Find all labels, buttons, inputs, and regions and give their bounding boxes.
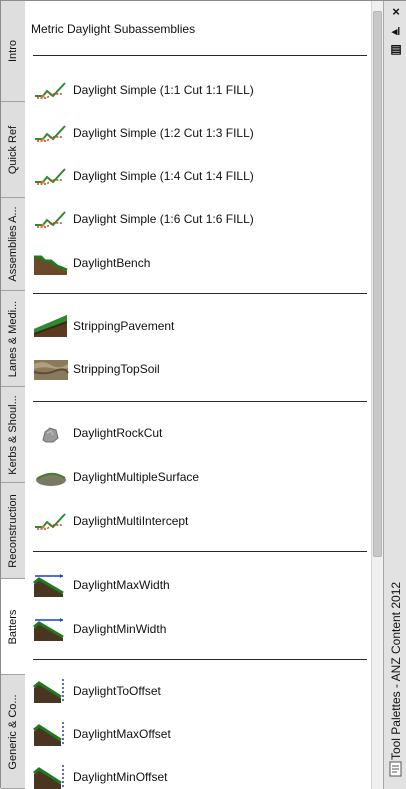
auto-hide-icon[interactable]: ◂ǀ <box>388 23 404 39</box>
max-offset-icon <box>33 722 64 746</box>
tool-stripping-pavement[interactable]: StrippingPavement <box>33 312 363 340</box>
tab-generic[interactable]: Generic & Co... <box>1 675 25 789</box>
daylight-simple-icon <box>35 125 66 142</box>
tool-daylight-rock-cut[interactable]: DaylightRockCut <box>33 419 363 447</box>
to-offset-icon <box>33 679 64 703</box>
tab-lanes-medians[interactable]: Lanes & Medi... <box>1 291 25 387</box>
min-width-icon <box>33 618 64 641</box>
multiple-surface-icon <box>36 472 66 486</box>
section-divider <box>33 55 367 56</box>
daylight-simple-icon <box>35 513 66 530</box>
properties-icon[interactable]: ▤ <box>388 41 404 57</box>
vertical-scrollbar[interactable] <box>371 1 383 789</box>
palette-titlebar[interactable]: × ◂ǀ ▤ Tool Palettes - ANZ Content 2012 <box>383 1 406 789</box>
tool-daylight-multi-intercept[interactable]: DaylightMultiIntercept <box>33 507 363 535</box>
daylight-simple-icon <box>35 211 66 228</box>
stripping-topsoil-icon <box>33 360 69 380</box>
tool-daylight-max-width[interactable]: DaylightMaxWidth <box>33 571 363 599</box>
tool-daylight-max-offset[interactable]: DaylightMaxOffset <box>33 720 363 748</box>
tool-daylight-simple-1-4[interactable]: Daylight Simple (1:4 Cut 1:4 FILL) <box>33 162 363 190</box>
tool-daylight-to-offset[interactable]: DaylightToOffset <box>33 677 363 705</box>
tab-assemblies[interactable]: Assemblies A... <box>1 198 25 291</box>
palette-title: Tool Palettes - ANZ Content 2012 <box>388 581 403 761</box>
stripping-pavement-icon <box>34 315 67 337</box>
tool-stripping-topsoil[interactable]: StrippingTopSoil <box>33 355 363 383</box>
close-icon[interactable]: × <box>388 3 404 19</box>
section-divider <box>33 659 367 660</box>
palette-menu-icon[interactable] <box>389 761 402 777</box>
section-divider <box>33 293 367 294</box>
tool-daylight-min-width[interactable]: DaylightMinWidth <box>33 615 363 643</box>
tool-palette-window: Intro Quick Ref Assemblies A... Lanes & … <box>0 0 406 789</box>
tab-quick-ref[interactable]: Quick Ref <box>1 102 25 198</box>
tool-daylight-simple-1-6[interactable]: Daylight Simple (1:6 Cut 1:6 FILL) <box>33 205 363 233</box>
scrollbar-thumb[interactable] <box>373 11 382 557</box>
tab-kerbs-shoulders[interactable]: Kerbs & Shoul... <box>1 387 25 483</box>
min-offset-icon <box>33 765 64 789</box>
tool-daylight-min-offset[interactable]: DaylightMinOffset <box>33 763 363 789</box>
tab-intro[interactable]: Intro <box>1 1 25 102</box>
palette-content: Metric Daylight Subassemblies Daylight S… <box>25 1 371 789</box>
tool-daylight-multiple-surface[interactable]: DaylightMultipleSurface <box>33 463 363 491</box>
max-width-icon <box>33 574 64 597</box>
tab-batters[interactable]: Batters <box>1 579 26 675</box>
daylight-bench-icon <box>34 255 68 275</box>
daylight-simple-icon <box>35 168 66 185</box>
section-divider <box>33 401 367 402</box>
palette-section-header: Metric Daylight Subassemblies <box>31 22 196 36</box>
section-divider <box>33 551 367 552</box>
tool-daylight-simple-1-2[interactable]: Daylight Simple (1:2 Cut 1:3 FILL) <box>33 119 363 147</box>
daylight-simple-icon <box>35 82 66 99</box>
tool-daylight-simple-1-1[interactable]: Daylight Simple (1:1 Cut 1:1 FILL) <box>33 76 363 104</box>
tool-daylight-bench[interactable]: DaylightBench <box>33 249 363 277</box>
palette-tab-strip: Intro Quick Ref Assemblies A... Lanes & … <box>1 1 26 789</box>
tab-reconstruction[interactable]: Reconstruction <box>1 483 25 579</box>
rock-cut-icon <box>42 427 59 443</box>
